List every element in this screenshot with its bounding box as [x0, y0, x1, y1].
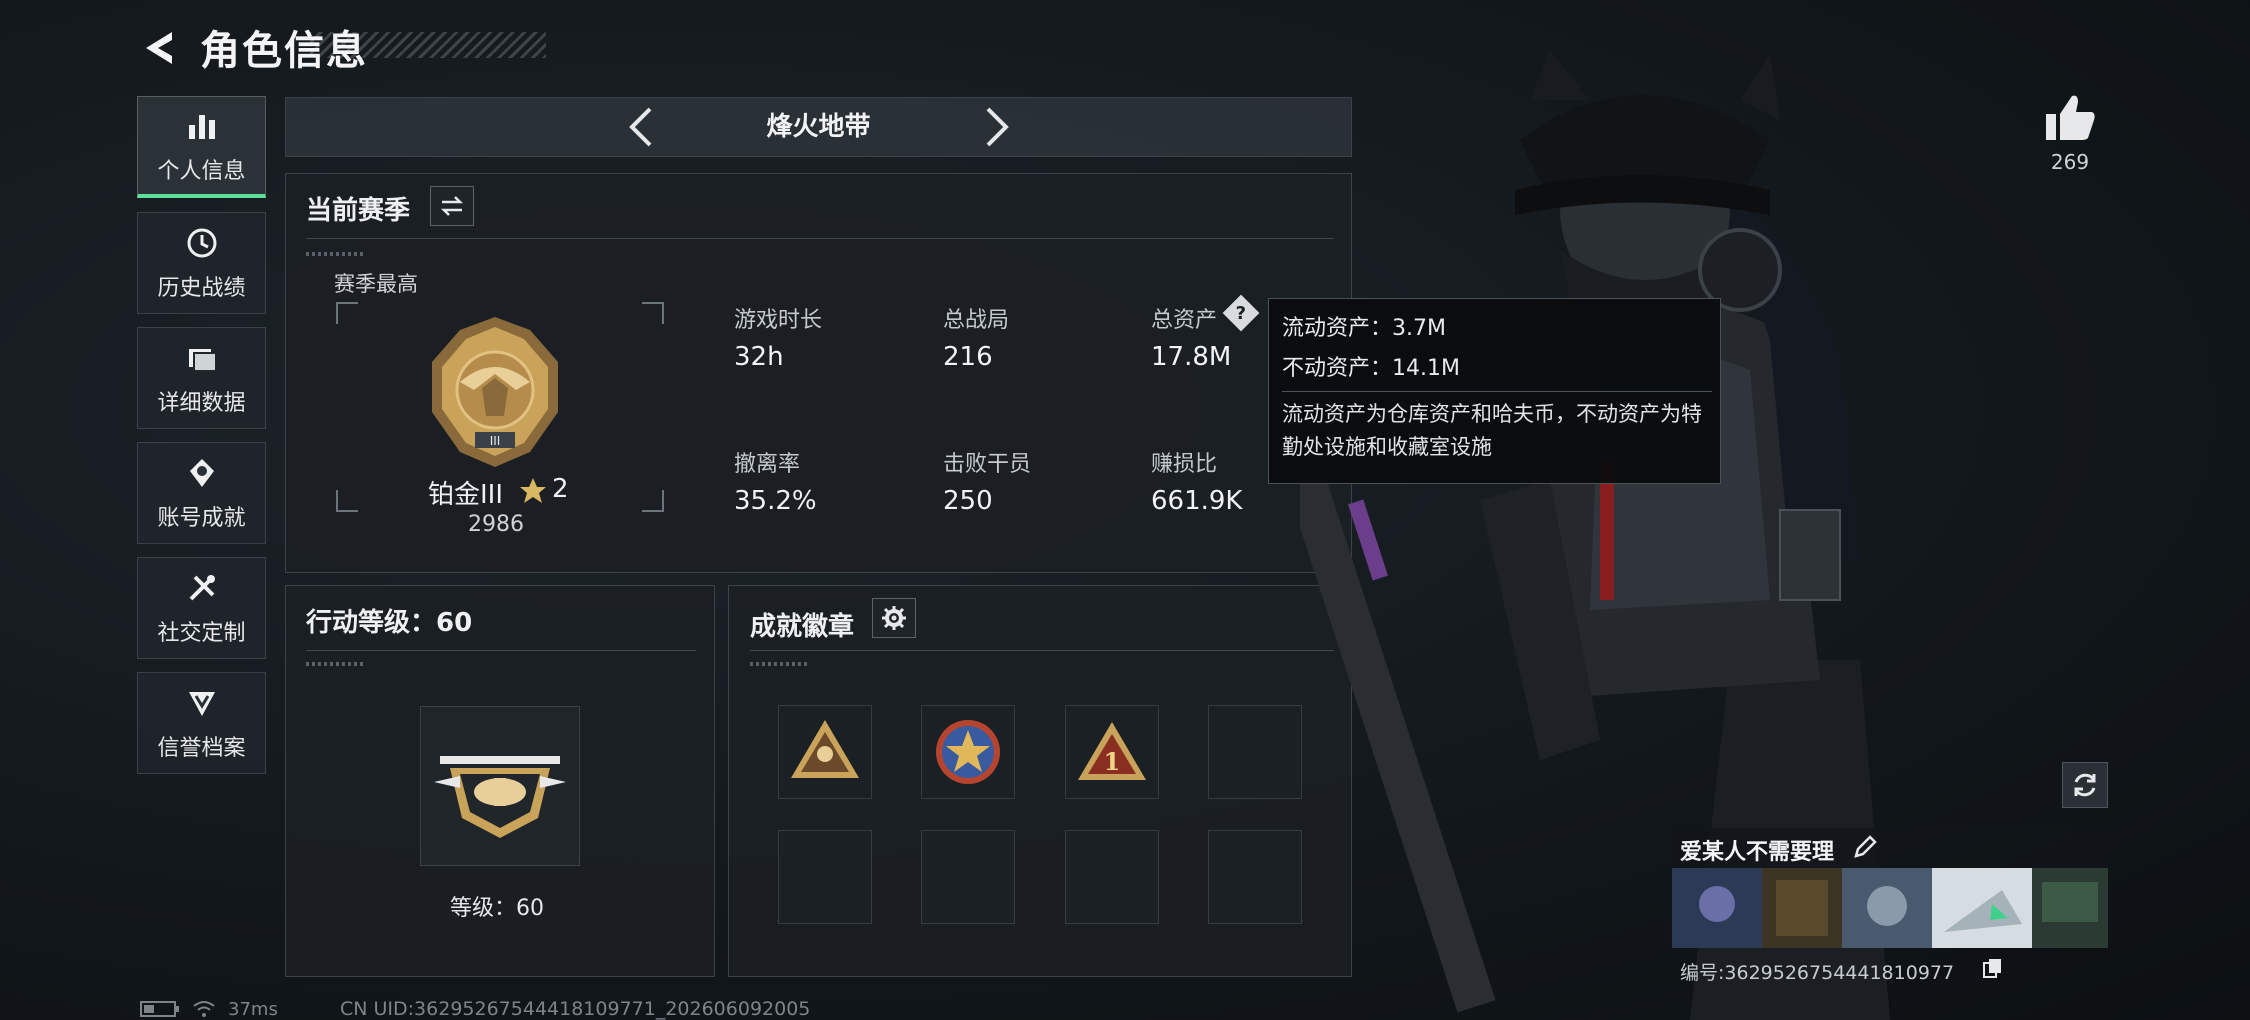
swap-icon [440, 196, 464, 216]
back-arrow-icon [146, 32, 172, 64]
svg-text:III: III [490, 434, 501, 448]
bar-chart-icon [183, 107, 221, 145]
stat-value-kills: 250 [943, 486, 993, 516]
player-id: 编号:3629526754441810977 [1680, 962, 1955, 984]
dots-decoration [306, 252, 366, 256]
sidebar-item-reputation[interactable]: 信誉档案 [137, 672, 266, 774]
stat-value-assets: 17.8M [1151, 342, 1232, 372]
sidebar-item-label: 账号成就 [157, 506, 246, 531]
profile-banner[interactable] [1672, 868, 2108, 948]
ping: 37ms [228, 998, 278, 1020]
back-button[interactable] [138, 26, 182, 70]
stat-label-kills: 击败干员 [943, 452, 1032, 477]
season-title: 当前赛季 [306, 196, 411, 226]
stat-label-assets: 总资产 [1151, 308, 1218, 333]
sidebar-item-label: 详细数据 [157, 391, 246, 416]
rank-points: 2986 [468, 512, 524, 537]
chevron-left-icon [629, 107, 652, 147]
season-best-label: 赛季最高 [334, 272, 418, 296]
wifi-icon [193, 1001, 215, 1017]
squad-badge-icon [791, 720, 859, 778]
tooltip-description: 流动资产为仓库资产和哈夫币，不动资产为特勤处设施和收藏室设施 [1282, 402, 1702, 459]
rank-stars: 2 [552, 474, 569, 504]
badge-slot-empty[interactable] [1208, 830, 1302, 924]
copy-id-button[interactable] [1982, 957, 2004, 979]
shield-rank-icon [183, 684, 221, 722]
battery-icon [140, 1001, 179, 1017]
player-name: 爱某人不需要理 [1680, 840, 1835, 865]
sidebar-item-label: 历史战绩 [157, 276, 246, 301]
stat-value-extract-rate: 35.2% [734, 486, 817, 516]
sidebar-item-label: 个人信息 [157, 158, 246, 184]
tooltip-fixed-assets: 不动资产：14.1M [1282, 356, 1460, 381]
badge-slot-empty[interactable] [921, 830, 1015, 924]
stat-value-matches: 216 [943, 342, 993, 372]
chevron-right-icon [986, 107, 1009, 147]
like-button[interactable] [2042, 92, 2098, 144]
badge-slot-empty[interactable] [1208, 705, 1302, 799]
edit-name-button[interactable] [1852, 834, 1878, 860]
stat-label-playtime: 游戏时长 [734, 308, 823, 333]
history-clock-icon [183, 224, 221, 262]
stat-label-matches: 总战局 [943, 308, 1010, 333]
stat-value-playtime: 32h [734, 342, 784, 372]
dots-decoration [750, 662, 810, 666]
stat-value-profit-ratio: 661.9K [1151, 486, 1243, 516]
stat-label-profit-ratio: 赚损比 [1151, 452, 1218, 477]
badge-slot[interactable] [921, 705, 1015, 799]
like-count: 269 [2050, 150, 2090, 174]
sidebar-item-label: 信誉档案 [157, 736, 246, 761]
sidebar-item-details[interactable]: 详细数据 [137, 327, 266, 429]
rank-one-badge-icon: 1 [1078, 722, 1146, 780]
badges-title: 成就徽章 [750, 612, 855, 642]
badge-slot[interactable]: 1 [1065, 705, 1159, 799]
achievement-icon [183, 454, 221, 492]
helicopter-emblem-icon [434, 756, 566, 838]
divider [750, 650, 1334, 651]
sidebar-item-achievements[interactable]: 账号成就 [137, 442, 266, 544]
star-icon [520, 478, 546, 503]
badge-slot[interactable] [778, 705, 872, 799]
divider [306, 650, 696, 651]
pencil-icon [1854, 835, 1877, 858]
mode-prev-button[interactable] [618, 103, 666, 151]
stat-label-extract-rate: 撤离率 [734, 452, 801, 477]
sidebar-item-social[interactable]: 社交定制 [137, 557, 266, 659]
refresh-icon [2074, 773, 2096, 797]
action-level-title: 行动等级：60 [306, 608, 473, 638]
uid-text: CN UID:36295267544418109771_202606092005 [340, 998, 811, 1020]
season-switch-button[interactable] [430, 186, 474, 226]
frame-corner [642, 490, 664, 512]
svg-text:1: 1 [1104, 747, 1121, 776]
sidebar-item-label: 社交定制 [157, 621, 246, 646]
mode-next-button[interactable] [972, 103, 1020, 151]
star-medal-icon [936, 720, 1000, 784]
thumbs-up-icon [2046, 95, 2095, 140]
tooltip-liquid-assets: 流动资产：3.7M [1282, 316, 1446, 341]
tools-icon [183, 569, 221, 607]
sidebar-item-personal-info[interactable]: 个人信息 [137, 96, 266, 198]
dots-decoration [306, 662, 366, 666]
status-bar: 37ms [140, 998, 278, 1020]
folder-icon [183, 339, 221, 377]
badge-slot-empty[interactable] [778, 830, 872, 924]
frame-corner [336, 302, 358, 324]
gear-icon [882, 606, 906, 630]
frame-corner [336, 490, 358, 512]
tooltip-divider [1282, 391, 1712, 392]
sidebar-item-history[interactable]: 历史战绩 [137, 212, 266, 314]
divider [306, 238, 1334, 239]
page-title: 角色信息 [200, 28, 368, 74]
copy-icon [1983, 959, 2001, 978]
refresh-button[interactable] [2062, 762, 2108, 808]
badges-settings-button[interactable] [872, 598, 916, 638]
rank-emblem-icon: III [432, 317, 558, 467]
frame-corner [642, 302, 664, 324]
badge-slot-empty[interactable] [1065, 830, 1159, 924]
rank-name: 铂金III [428, 480, 504, 510]
level-text: 等级：60 [450, 896, 544, 921]
mode-title: 烽火地带 [766, 112, 871, 142]
